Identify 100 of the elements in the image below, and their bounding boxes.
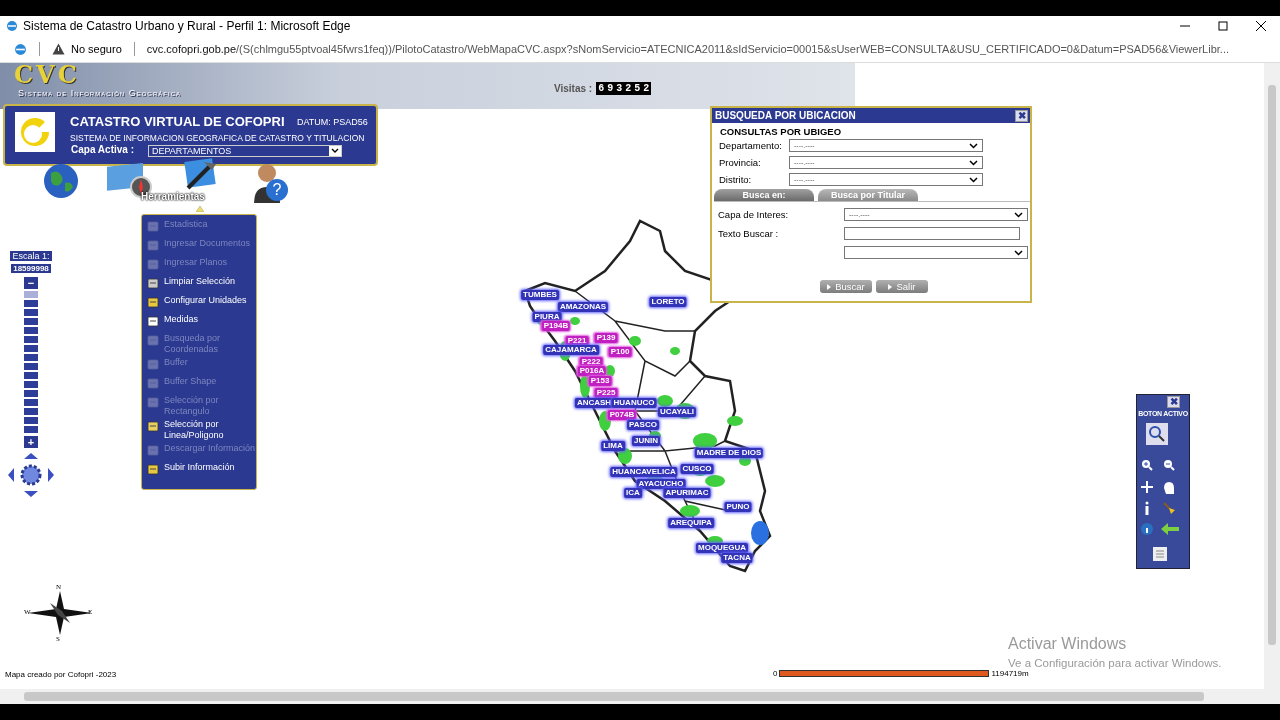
window-title: Sistema de Catastro Urbano y Rural - Perfil 1: Microsoft Edge: [23, 19, 352, 33]
department-label: AYACUCHO: [636, 479, 686, 489]
department-label: AMAZONAS: [557, 302, 609, 312]
department-label: ICA: [624, 488, 642, 498]
dropdown-field[interactable]: [844, 246, 1028, 259]
department-label: MADRE DE DIOS: [694, 448, 764, 458]
layer-select[interactable]: DEPARTAMENTOS: [148, 145, 342, 157]
zoom-in-icon[interactable]: [1141, 459, 1153, 471]
map-credit: Mapa creado por Cofopri -2023: [5, 670, 117, 679]
broom-icon[interactable]: [1162, 501, 1176, 515]
visits-label: Visitas :: [554, 83, 593, 94]
site-logo: CVC: [14, 64, 80, 86]
zoom-out-icon[interactable]: [1163, 459, 1175, 471]
close-button[interactable]: ✖: [1167, 396, 1180, 408]
field-label: Texto Buscar :: [718, 228, 780, 239]
horizontal-scrollbar[interactable]: [0, 689, 1280, 704]
project-label: P016A: [577, 366, 607, 376]
menu-item[interactable]: Medidas: [146, 314, 256, 331]
tool-icon: [146, 295, 160, 309]
department-label: TUMBES: [521, 290, 559, 300]
info-icon[interactable]: [1143, 501, 1151, 515]
tool-icon: [146, 357, 160, 371]
tool-icon: [146, 376, 160, 390]
zoom-out-button[interactable]: −: [24, 277, 38, 289]
scale-value: 18599998: [10, 263, 52, 274]
department-label: AREQUIPA: [668, 518, 714, 528]
department-label: MOQUEGUA: [696, 543, 748, 553]
department-label: UCAYALI: [657, 407, 697, 417]
project-label: P139: [594, 333, 618, 343]
project-label: P153: [588, 376, 612, 386]
chevron-down-icon: [969, 159, 978, 166]
dialog-title: BUSQUEDA POR UBICACION: [715, 110, 856, 121]
project-label: P194B: [541, 321, 571, 331]
menu-item[interactable]: Configurar Unidades: [146, 295, 256, 312]
tool-icon: [146, 257, 160, 271]
department-label: APURIMAC: [663, 488, 711, 498]
department-label: CAJAMARCA: [543, 345, 599, 355]
project-label: P225: [594, 388, 618, 398]
hand-icon[interactable]: [1161, 479, 1177, 495]
tools-label[interactable]: Herramientas: [141, 191, 205, 202]
move-icon[interactable]: [1141, 481, 1153, 493]
close-button[interactable]: ✖: [1015, 109, 1028, 122]
pointer-triangle-icon: [196, 206, 204, 212]
tool-icon: [146, 395, 160, 409]
scale-bar-end: 1194719m: [991, 669, 1029, 678]
warning-icon[interactable]: [52, 43, 65, 55]
visits-counter: 6 9 3 2 5 2: [596, 82, 652, 95]
back-arrow-icon[interactable]: [1161, 523, 1179, 535]
section-title: CONSULTAS POR UBIGEO: [720, 126, 843, 137]
department-label: HUANUCO: [611, 398, 657, 408]
project-label: P074B: [607, 410, 637, 420]
department-label: TACNA: [721, 553, 753, 563]
site-subtitle: Sistema de Información Geográfica: [18, 88, 181, 98]
vertical-scrollbar[interactable]: [1264, 63, 1280, 689]
play-icon: [827, 284, 832, 290]
department-label: CUSCO: [680, 464, 714, 474]
app-title: CATASTRO VIRTUAL DE COFOPRI: [70, 114, 285, 129]
tool-icon: [146, 443, 160, 457]
help-button[interactable]: ?: [266, 179, 288, 201]
zoom-in-button[interactable]: +: [24, 436, 38, 448]
pan-control-icon[interactable]: [8, 453, 54, 497]
menu-item[interactable]: Selección por Linea/Poligono: [146, 419, 256, 441]
url-field[interactable]: cvc.cofopri.gob.pe/(S(chlmgu55ptvoal45fwrs1feq))/PilotoCatastro/WebMapaCVC.aspx?sNomServicio=ATECNICA2011&sIdServicio=00015&sUserWEB=CONSULTA&USU_CERTIFICADO=0&Datum=PSAD56&ViewerLibr...: [146, 43, 1229, 55]
chevron-down-icon: [331, 148, 339, 154]
tool-icon: [146, 462, 160, 476]
department-label: PUNO: [724, 502, 752, 512]
tool-icon: [146, 333, 160, 347]
chevron-down-icon: [969, 142, 978, 149]
field-label: Capa de Interes:: [718, 209, 790, 220]
menu-item[interactable]: Limpiar Selección: [146, 276, 256, 293]
department-label: HUANCAVELICA: [610, 467, 678, 477]
activation-title: Activar Windows: [1008, 635, 1127, 653]
field-label: Departamento:: [719, 140, 783, 151]
menu-item[interactable]: Subir Información: [146, 462, 256, 479]
tool-icon: [146, 314, 160, 328]
zoom-box-icon[interactable]: [1146, 423, 1168, 445]
app-subtitle: SISTEMA DE INFORMACION GEOGRAFICA DE CATASTRO Y TITULACION: [70, 133, 365, 143]
chevron-down-icon: [1014, 211, 1023, 218]
slider-thumb[interactable]: [24, 291, 38, 298]
tool-icon: [146, 276, 160, 290]
chevron-down-icon: [969, 176, 978, 183]
department-label: LIMA: [601, 441, 625, 451]
security-status[interactable]: No seguro: [71, 43, 122, 55]
layer-label: Capa Activa :: [71, 144, 134, 155]
tool-icon: [146, 219, 160, 233]
field-label: Provincia:: [719, 157, 762, 168]
project-label: P100: [608, 347, 632, 357]
tool-icon: [146, 419, 160, 433]
field-label: Distrito:: [719, 174, 753, 185]
department-label: LORETO: [649, 297, 687, 307]
globe-icon[interactable]: [43, 163, 79, 199]
department-label: JUNIN: [632, 436, 660, 446]
info-circle-icon[interactable]: [1141, 523, 1153, 535]
tool-icon: [146, 238, 160, 252]
zoom-slider[interactable]: [24, 291, 38, 433]
chevron-down-icon: [1014, 249, 1023, 256]
search-input[interactable]: [844, 227, 1020, 240]
tab[interactable]: Busca en:: [714, 189, 814, 201]
activation-message: Ve a Configuración para activar Windows.: [1008, 657, 1222, 669]
datum-label: DATUM: PSAD56: [297, 117, 368, 127]
